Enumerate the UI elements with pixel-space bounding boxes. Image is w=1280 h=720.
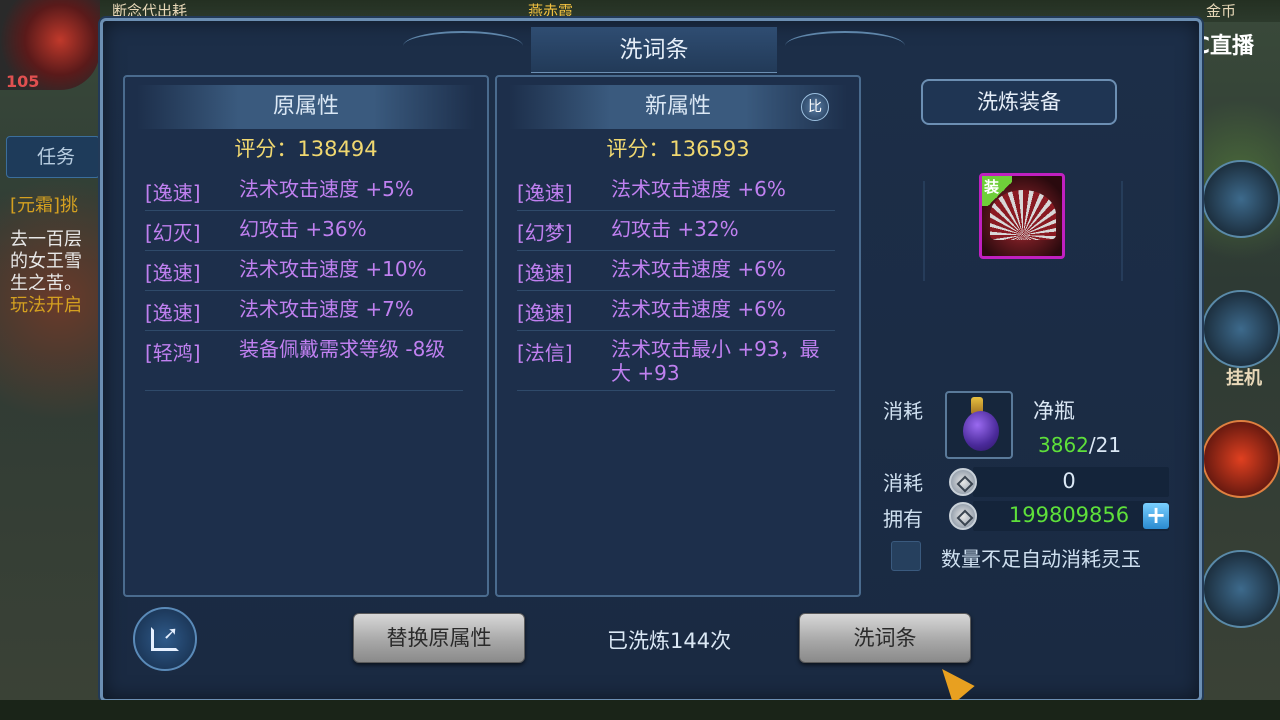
attribute-tag: [逸速] [517, 301, 573, 325]
attribute-text: 法术攻击速度 +6% [611, 177, 786, 201]
refine-equipment-title: 洗炼装备 [921, 79, 1117, 125]
attribute-row: [逸速] 法术攻击速度 +6% [517, 291, 835, 331]
consume-label: 消耗 [883, 399, 923, 423]
share-button[interactable]: ➚ [133, 607, 197, 671]
auto-jade-label: 数量不足自动消耗灵玉 [941, 547, 1141, 571]
attribute-text: 幻攻击 +32% [611, 217, 739, 241]
bottom-status-bar [0, 700, 1280, 720]
coin-consume-box: 0 [949, 467, 1169, 497]
attribute-tag: [逸速] [517, 261, 573, 285]
attribute-row: [法信] 法术攻击最小 +93，最大 +93 [517, 331, 835, 391]
own-label: 拥有 [883, 507, 923, 531]
task-tab[interactable]: 任务 [6, 136, 100, 178]
wash-affix-dialog: 洗词条 原属性 评分：138494 [逸速] 法术攻击速度 +5% [幻灭] 幻… [100, 18, 1202, 705]
side-quest-line: 玩法开启 [10, 295, 82, 316]
coin-consume-label: 消耗 [883, 471, 923, 495]
material-count: 3862/21 [1038, 433, 1121, 457]
attribute-text: 幻攻击 +36% [239, 217, 367, 241]
new-score: 评分：136593 [606, 137, 750, 161]
new-attributes-header: 新属性 [509, 85, 847, 129]
equipment-slot[interactable]: 装 [979, 173, 1065, 259]
material-have: 3862 [1038, 433, 1089, 457]
material-slot[interactable] [945, 391, 1013, 459]
material-need: /21 [1088, 433, 1122, 457]
side-quest-line: [元霜]挑 [10, 195, 79, 216]
compare-button[interactable]: 比 [801, 93, 829, 121]
original-score: 评分：138494 [234, 137, 378, 161]
attribute-tag: [逸速] [517, 181, 573, 205]
pointer-cursor-icon [931, 659, 975, 705]
skill-icon[interactable] [1202, 420, 1280, 498]
attribute-tag: [轻鸿] [145, 341, 201, 365]
mount-icon[interactable] [1202, 550, 1280, 628]
attribute-text: 法术攻击最小 +93，最大 +93 [611, 337, 820, 385]
attribute-tag: [逸速] [145, 181, 201, 205]
share-arrow-icon: ➚ [163, 623, 179, 644]
attribute-tag: [逸速] [145, 261, 201, 285]
attribute-text: 法术攻击速度 +5% [239, 177, 414, 201]
vase-icon [963, 411, 999, 451]
attribute-row: [幻梦] 幻攻击 +32% [517, 211, 835, 251]
attribute-tag: [法信] [517, 341, 573, 365]
attribute-row: [幻灭] 幻攻击 +36% [145, 211, 463, 251]
original-attributes-header: 原属性 [137, 85, 475, 129]
top-currency-text: 金币 [1206, 2, 1237, 20]
coin-icon [949, 502, 977, 530]
attribute-text: 法术攻击速度 +6% [611, 297, 786, 321]
attribute-text: 法术攻击速度 +6% [611, 257, 786, 281]
attribute-tag: [幻梦] [517, 221, 573, 245]
auto-battle-label: 挂机 [1226, 368, 1262, 389]
attribute-row: [逸速] 法术攻击速度 +6% [517, 171, 835, 211]
attribute-tag: [幻灭] [145, 221, 201, 245]
add-coin-button[interactable]: + [1143, 503, 1169, 529]
material-name: 净瓶 [1033, 399, 1075, 423]
original-attributes-panel: 原属性 评分：138494 [逸速] 法术攻击速度 +5% [幻灭] 幻攻击 +… [123, 75, 489, 597]
title-ornament-left [403, 31, 523, 61]
attribute-text: 装备佩戴需求等级 -8级 [239, 337, 446, 361]
attribute-row: [逸速] 法术攻击速度 +6% [517, 251, 835, 291]
wash-affix-button[interactable]: 洗词条 [799, 613, 971, 663]
side-quest-line: 去一百层 [10, 229, 82, 250]
wash-count-text: 已洗炼144次 [607, 629, 732, 653]
attribute-row: [轻鸿] 装备佩戴需求等级 -8级 [145, 331, 463, 391]
attribute-tag: [逸速] [145, 301, 201, 325]
new-attributes-panel: 新属性 比 评分：136593 [逸速] 法术攻击速度 +6% [幻梦] 幻攻击… [495, 75, 861, 597]
attribute-text: 法术攻击速度 +7% [239, 297, 414, 321]
add-icon[interactable] [1202, 160, 1280, 238]
auto-jade-checkbox[interactable] [891, 541, 921, 571]
auto-battle-icon[interactable] [1202, 290, 1280, 368]
replace-original-button[interactable]: 替换原属性 [353, 613, 525, 663]
own-value: 199809856 [1008, 503, 1130, 527]
attribute-row: [逸速] 法术攻击速度 +5% [145, 171, 463, 211]
dialog-title: 洗词条 [531, 27, 777, 73]
own-box: 199809856 [949, 501, 1169, 531]
attribute-text: 法术攻击速度 +10% [239, 257, 427, 281]
equipped-badge: 装 [982, 176, 1012, 206]
side-quest-line: 的女王雪 [10, 251, 82, 272]
attribute-row: [逸速] 法术攻击速度 +10% [145, 251, 463, 291]
coin-icon [949, 468, 977, 496]
coin-consume-value: 0 [1062, 469, 1076, 493]
player-level: 105 [6, 72, 40, 91]
title-ornament-right [785, 31, 905, 61]
side-quest-line: 生之苦。 [10, 273, 82, 294]
attribute-row: [逸速] 法术攻击速度 +7% [145, 291, 463, 331]
